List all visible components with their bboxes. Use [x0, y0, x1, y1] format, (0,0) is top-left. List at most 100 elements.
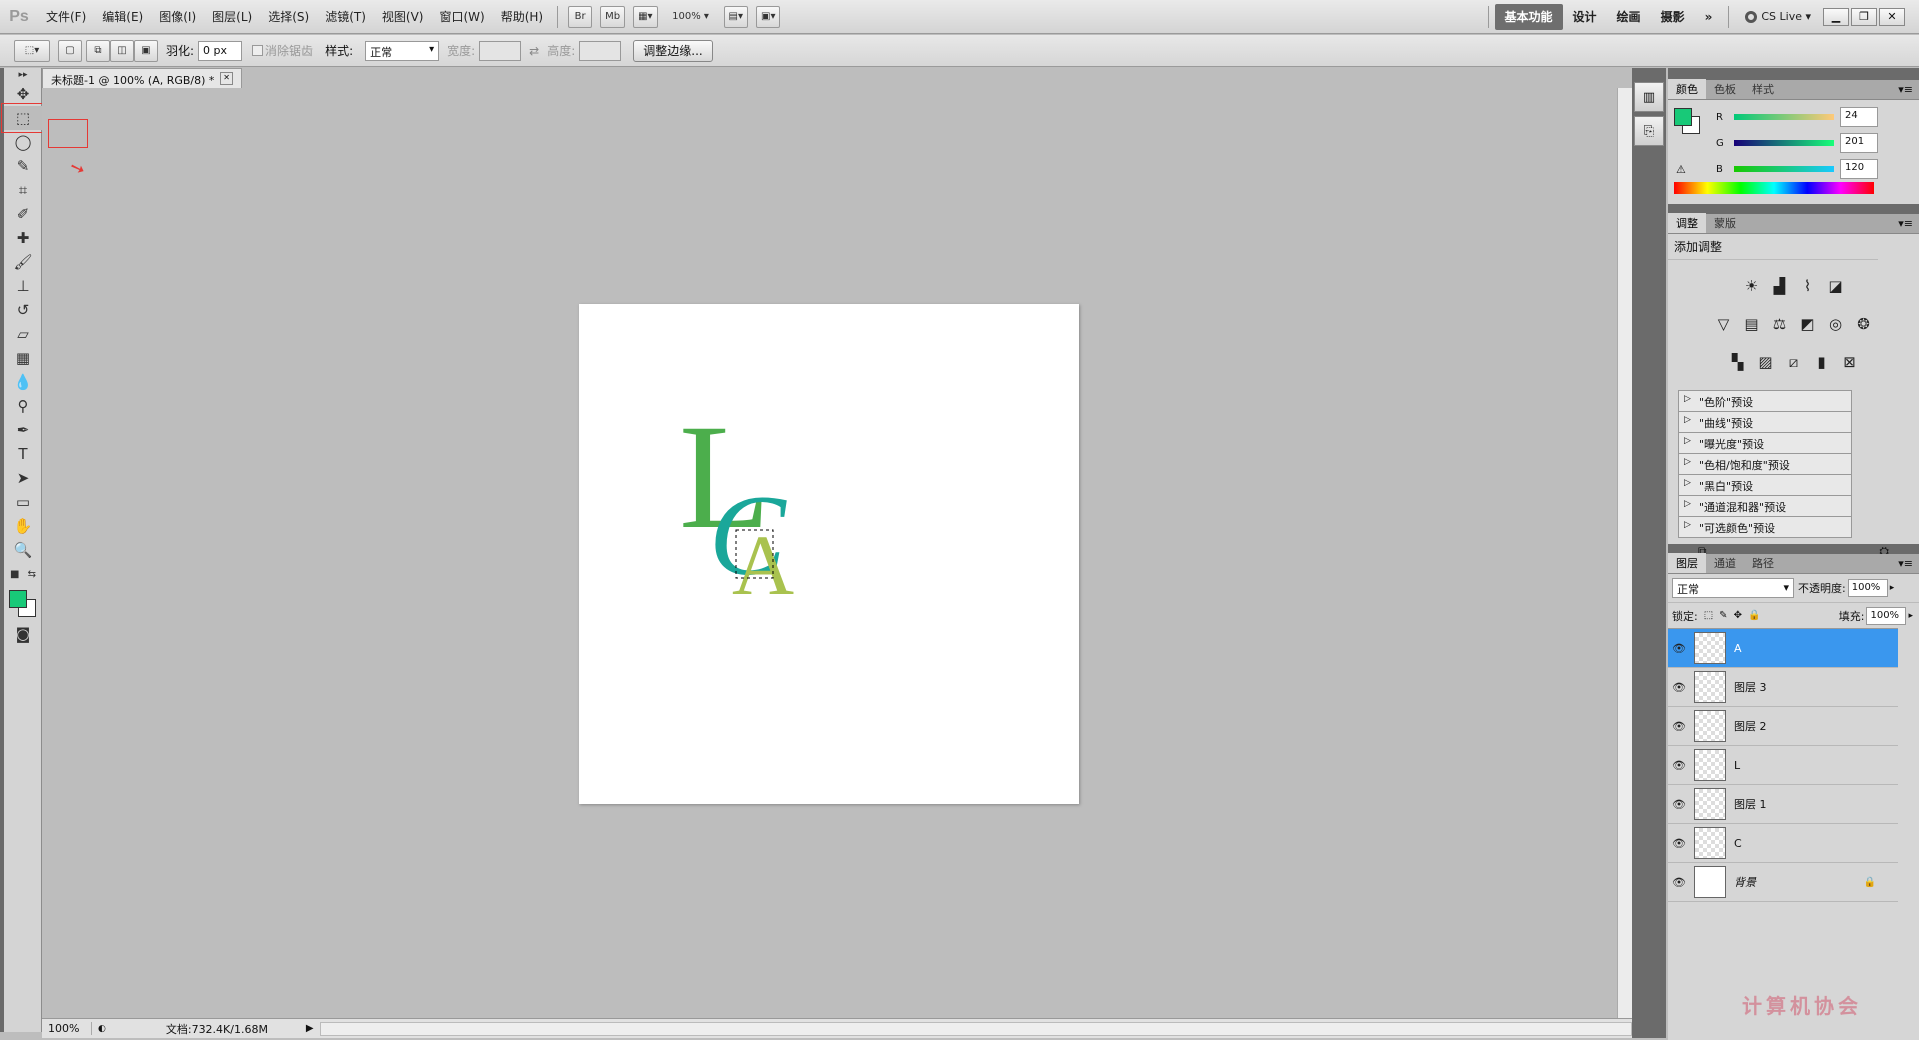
- history-brush-tool-icon[interactable]: ↺: [4, 298, 42, 322]
- layer-row[interactable]: 👁 图层 3: [1668, 668, 1898, 707]
- path-selection-tool-icon[interactable]: ➤: [4, 466, 42, 490]
- layer-name[interactable]: A: [1734, 642, 1898, 655]
- menu-view[interactable]: 视图(V): [374, 8, 432, 25]
- r-value[interactable]: 24: [1840, 107, 1878, 127]
- zoom-level-dropdown[interactable]: 100% ▾: [666, 6, 716, 28]
- swap-icon[interactable]: ⇄: [529, 44, 539, 58]
- rectangular-marquee-tool-icon[interactable]: ⬚: [1, 103, 45, 133]
- eraser-tool-icon[interactable]: ▱: [4, 322, 42, 346]
- workspace-design[interactable]: 设计: [1563, 4, 1607, 30]
- vertical-scrollbar[interactable]: [1617, 88, 1632, 1018]
- g-slider[interactable]: [1734, 140, 1834, 146]
- quick-mask-icon[interactable]: ◙: [4, 622, 42, 646]
- layer-name[interactable]: L: [1734, 759, 1898, 772]
- color-fg-swatch[interactable]: [1674, 108, 1692, 126]
- fill-arrow-icon[interactable]: ▸: [1908, 611, 1913, 621]
- pen-tool-icon[interactable]: ✒: [4, 418, 42, 442]
- panel-menu-icon[interactable]: ▾≡: [1892, 557, 1919, 570]
- panel-collapse-icon[interactable]: ▸▸: [4, 68, 42, 82]
- selective-color-icon[interactable]: ⊠: [1838, 350, 1862, 374]
- arrange-documents-button[interactable]: ▤▾: [723, 5, 749, 28]
- brightness-icon[interactable]: ☀: [1740, 274, 1764, 298]
- type-tool-icon[interactable]: T: [4, 442, 42, 466]
- healing-brush-tool-icon[interactable]: ✚: [4, 226, 42, 250]
- color-balance-icon[interactable]: ⚖: [1768, 312, 1792, 336]
- visibility-eye-icon[interactable]: 👁: [1668, 720, 1690, 733]
- tab-layers[interactable]: 图层: [1668, 553, 1706, 573]
- lock-all-icon[interactable]: 🔒: [1748, 610, 1760, 621]
- default-colors-icon[interactable]: ■ ⇆: [4, 562, 42, 586]
- menu-window[interactable]: 窗口(W): [431, 8, 492, 25]
- visibility-eye-icon[interactable]: 👁: [1668, 837, 1690, 850]
- preset-levels[interactable]: "色阶"预设: [1678, 391, 1852, 412]
- visibility-eye-icon[interactable]: 👁: [1668, 642, 1690, 655]
- move-tool-icon[interactable]: ✥: [4, 82, 42, 106]
- layer-name[interactable]: C: [1734, 837, 1898, 850]
- layer-name[interactable]: 背景: [1734, 874, 1864, 890]
- quick-selection-tool-icon[interactable]: ✎: [4, 154, 42, 178]
- panel-menu-icon[interactable]: ▾≡: [1892, 83, 1919, 96]
- curves-icon[interactable]: ⌇: [1796, 274, 1820, 298]
- threshold-icon[interactable]: ⧄: [1782, 350, 1806, 374]
- view-extras-button[interactable]: ▦▾: [633, 5, 658, 28]
- swap-colors-icon[interactable]: ⇆: [28, 569, 36, 580]
- layer-name[interactable]: 图层 2: [1734, 718, 1898, 734]
- more-workspaces-button[interactable]: »: [1695, 4, 1723, 30]
- layer-name[interactable]: 图层 1: [1734, 796, 1898, 812]
- preset-black-white[interactable]: "黑白"预设: [1678, 475, 1852, 496]
- exposure-icon[interactable]: ◪: [1824, 274, 1848, 298]
- horizontal-scrollbar[interactable]: [319, 1021, 1632, 1036]
- menu-edit[interactable]: 编辑(E): [94, 8, 151, 25]
- preset-curves[interactable]: "曲线"预设: [1678, 412, 1852, 433]
- workspace-essentials[interactable]: 基本功能: [1494, 3, 1563, 30]
- brush-tool-icon[interactable]: 🖌: [4, 250, 42, 274]
- menu-layer[interactable]: 图层(L): [204, 8, 260, 25]
- status-menu-arrow-icon[interactable]: ▶: [306, 1023, 314, 1034]
- panel-menu-icon[interactable]: ▾≡: [1892, 217, 1919, 230]
- gradient-map-icon[interactable]: ▮: [1810, 350, 1834, 374]
- fill-input[interactable]: 100%: [1866, 606, 1907, 625]
- preset-selective-color[interactable]: "可选颜色"预设: [1678, 517, 1852, 538]
- style-dropdown[interactable]: 正常: [365, 40, 440, 61]
- black-white-icon[interactable]: ◩: [1796, 312, 1820, 336]
- channel-mixer-icon[interactable]: ❂: [1852, 312, 1876, 336]
- restore-button[interactable]: ❐: [1851, 7, 1877, 26]
- b-value[interactable]: 120: [1840, 159, 1878, 179]
- history-icon[interactable]: ⎘: [1634, 116, 1664, 146]
- hand-tool-icon[interactable]: ✋: [4, 514, 42, 538]
- layer-row[interactable]: 👁 A: [1668, 629, 1898, 668]
- antialias-checkbox[interactable]: [252, 45, 264, 56]
- zoom-tool-icon[interactable]: 🔍: [4, 538, 42, 562]
- lasso-tool-icon[interactable]: ◯: [4, 130, 42, 154]
- workspace-photography[interactable]: 摄影: [1651, 4, 1695, 30]
- layer-row[interactable]: 👁 图层 2: [1668, 707, 1898, 746]
- status-zoom[interactable]: 100%: [42, 1022, 92, 1035]
- lock-position-icon[interactable]: ✥: [1734, 610, 1742, 621]
- foreground-color-swatch[interactable]: [9, 590, 27, 608]
- cs-live-button[interactable]: CS Live ▾: [1735, 4, 1821, 30]
- lock-pixels-icon[interactable]: ✎: [1719, 610, 1727, 621]
- new-selection-icon[interactable]: ▢: [58, 39, 82, 62]
- b-slider[interactable]: [1734, 166, 1834, 172]
- invert-icon[interactable]: ▚: [1726, 350, 1750, 374]
- vibrance-icon[interactable]: ▽: [1712, 312, 1736, 336]
- tab-swatches[interactable]: 色板: [1706, 79, 1744, 99]
- photo-filter-icon[interactable]: ◎: [1824, 312, 1848, 336]
- gradient-tool-icon[interactable]: ▦: [4, 346, 42, 370]
- width-input[interactable]: [479, 40, 522, 61]
- eyedropper-tool-icon[interactable]: ✐: [4, 202, 42, 226]
- lock-transparent-icon[interactable]: ⬚: [1704, 610, 1713, 621]
- layer-name[interactable]: 图层 3: [1734, 679, 1898, 695]
- visibility-eye-icon[interactable]: 👁: [1668, 798, 1690, 811]
- tab-paths[interactable]: 路径: [1744, 553, 1782, 573]
- tool-preset-picker[interactable]: ⬚▾: [14, 39, 50, 62]
- preset-exposure[interactable]: "曝光度"预设: [1678, 433, 1852, 454]
- menu-select[interactable]: 选择(S): [260, 8, 317, 25]
- height-input[interactable]: [579, 40, 622, 61]
- tab-adjustments[interactable]: 调整: [1668, 213, 1706, 233]
- bridge-button[interactable]: Br: [568, 5, 593, 28]
- menu-file[interactable]: 文件(F): [38, 8, 94, 25]
- menu-help[interactable]: 帮助(H): [493, 8, 551, 25]
- posterize-icon[interactable]: ▨: [1754, 350, 1778, 374]
- hue-saturation-icon[interactable]: ▤: [1740, 312, 1764, 336]
